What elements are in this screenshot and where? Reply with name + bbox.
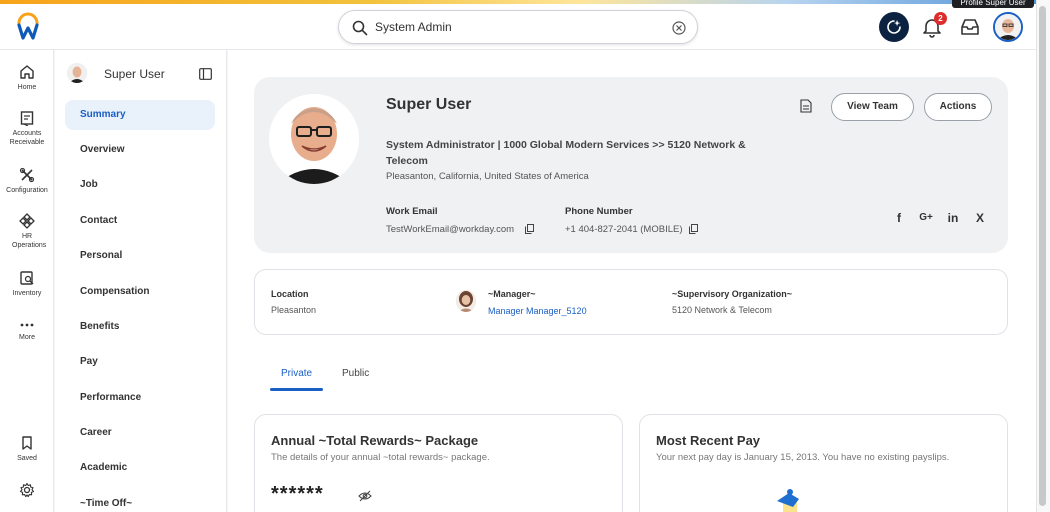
rail-label: Saved xyxy=(17,455,37,462)
notification-count-badge: 2 xyxy=(934,12,947,25)
tools-icon xyxy=(19,167,35,183)
work-email-value: TestWorkEmail@workday.com xyxy=(386,224,515,235)
phone-number-label: Phone Number xyxy=(565,206,633,217)
profile-header-card: Super User System Administrator | 1000 G… xyxy=(254,77,1008,253)
collapse-panel-icon[interactable] xyxy=(199,68,212,80)
home-icon xyxy=(20,65,34,79)
total-rewards-masked-value: ****** xyxy=(271,483,324,505)
view-team-button[interactable]: View Team xyxy=(831,93,914,121)
assistant-icon xyxy=(887,20,901,34)
payslip-illustration-icon xyxy=(777,489,799,512)
total-rewards-subtitle: The details of your annual ~total reward… xyxy=(271,452,490,463)
rail-more[interactable]: More xyxy=(0,320,54,342)
manager-avatar-icon xyxy=(456,290,476,312)
app-rail: Home Accounts Receivable Configuration H… xyxy=(0,50,54,512)
invoice-icon xyxy=(20,111,34,126)
most-recent-pay-card: Most Recent Pay Your next pay day is Jan… xyxy=(639,414,1008,512)
active-tab-indicator xyxy=(270,388,323,391)
clear-search-icon[interactable] xyxy=(671,20,687,36)
profile-job-title: System Administrator | 1000 Global Moder… xyxy=(386,139,746,167)
side-nav-time-off[interactable]: ~Time Off~ xyxy=(65,489,215,512)
hr-operations-icon xyxy=(19,213,35,229)
gear-icon xyxy=(19,482,35,498)
supervisory-org-value: 5120 Network & Telecom xyxy=(672,305,772,315)
profile-photo-image xyxy=(269,94,359,184)
work-email-label: Work Email xyxy=(386,206,438,217)
rail-label: Accounts Receivable xyxy=(9,130,45,146)
profile-name: Super User xyxy=(386,96,472,113)
main-content: Super User System Administrator | 1000 G… xyxy=(228,50,1036,512)
user-avatar-icon xyxy=(995,14,1021,40)
total-rewards-title: Annual ~Total Rewards~ Package xyxy=(271,433,479,448)
tab-private[interactable]: Private xyxy=(281,368,312,379)
total-rewards-card: Annual ~Total Rewards~ Package The detai… xyxy=(254,414,623,512)
rail-hr-operations[interactable]: HR Operations xyxy=(0,213,54,250)
rail-label: HR Operations xyxy=(12,233,47,249)
supervisory-org-label: ~Supervisory Organization~ xyxy=(672,289,793,299)
copy-phone-icon[interactable] xyxy=(689,224,698,234)
side-nav-overview[interactable]: Overview xyxy=(65,135,215,165)
rail-accounts-receivable[interactable]: Accounts Receivable xyxy=(0,110,54,147)
search-input[interactable]: System Admin xyxy=(375,20,452,34)
side-nav-academic[interactable]: Academic xyxy=(65,453,215,483)
pdf-export-icon[interactable] xyxy=(800,99,812,113)
assistant-button[interactable] xyxy=(879,12,909,42)
rail-inventory[interactable]: Inventory xyxy=(0,270,54,298)
profile-side-nav: Super User Summary Overview Job Contact … xyxy=(55,50,227,512)
side-nav-avatar xyxy=(67,63,87,83)
search-icon xyxy=(352,20,368,36)
copy-email-icon[interactable] xyxy=(525,224,534,234)
side-nav-career[interactable]: Career xyxy=(65,418,215,448)
inventory-icon xyxy=(20,271,34,285)
top-bar: System Admin 2 xyxy=(0,4,1036,50)
side-nav-performance[interactable]: Performance xyxy=(65,383,215,413)
manager-link[interactable]: Manager Manager_5120 xyxy=(488,306,587,316)
side-nav-user-name: Super User xyxy=(104,67,165,81)
most-recent-pay-title: Most Recent Pay xyxy=(656,433,761,448)
search-box[interactable]: System Admin xyxy=(338,10,698,44)
location-value: Pleasanton xyxy=(271,305,317,315)
rail-label: Inventory xyxy=(12,290,42,297)
rail-settings[interactable] xyxy=(0,482,54,498)
scrollbar-thumb[interactable] xyxy=(1039,6,1046,506)
rail-label: Configuration xyxy=(6,187,48,194)
side-nav-personal[interactable]: Personal xyxy=(65,241,215,271)
rail-home[interactable]: Home xyxy=(0,64,54,92)
most-recent-pay-subtitle: Your next pay day is January 15, 2013. Y… xyxy=(656,452,950,463)
user-avatar-icon xyxy=(67,63,87,83)
x-twitter-icon[interactable]: X xyxy=(973,211,987,225)
google-plus-icon[interactable]: G+ xyxy=(917,211,935,225)
rail-label: Home xyxy=(17,84,37,91)
workday-logo-icon[interactable] xyxy=(14,12,42,42)
actions-button[interactable]: Actions xyxy=(924,93,992,121)
manager-avatar xyxy=(456,290,476,312)
location-label: Location xyxy=(271,289,309,299)
bookmark-icon xyxy=(22,436,32,450)
eye-off-icon[interactable] xyxy=(358,490,372,502)
side-nav-contact[interactable]: Contact xyxy=(65,206,215,236)
inbox-icon[interactable] xyxy=(959,17,981,37)
facebook-icon[interactable]: f xyxy=(892,211,906,225)
side-nav-summary[interactable]: Summary xyxy=(65,100,215,130)
profile-photo xyxy=(269,94,359,184)
side-nav-benefits[interactable]: Benefits xyxy=(65,312,215,342)
tab-public[interactable]: Public xyxy=(342,368,369,379)
more-dots-icon xyxy=(20,323,34,327)
rail-label: More xyxy=(19,334,35,341)
rail-configuration[interactable]: Configuration xyxy=(0,167,54,195)
manager-label: ~Manager~ xyxy=(488,289,536,299)
profile-avatar-button[interactable] xyxy=(993,12,1023,42)
side-nav-job[interactable]: Job xyxy=(65,170,215,200)
phone-number-value: +1 404-827-2041 (MOBILE) xyxy=(565,224,683,235)
side-nav-compensation[interactable]: Compensation xyxy=(65,277,215,307)
job-info-card: Location Pleasanton ~Manager~ Manager Ma… xyxy=(254,269,1008,335)
linkedin-icon[interactable]: in xyxy=(945,211,961,225)
profile-location: Pleasanton, California, United States of… xyxy=(386,171,589,182)
side-nav-pay[interactable]: Pay xyxy=(65,347,215,377)
rail-saved[interactable]: Saved xyxy=(0,435,54,463)
profile-tooltip: Profile Super User xyxy=(952,0,1034,8)
